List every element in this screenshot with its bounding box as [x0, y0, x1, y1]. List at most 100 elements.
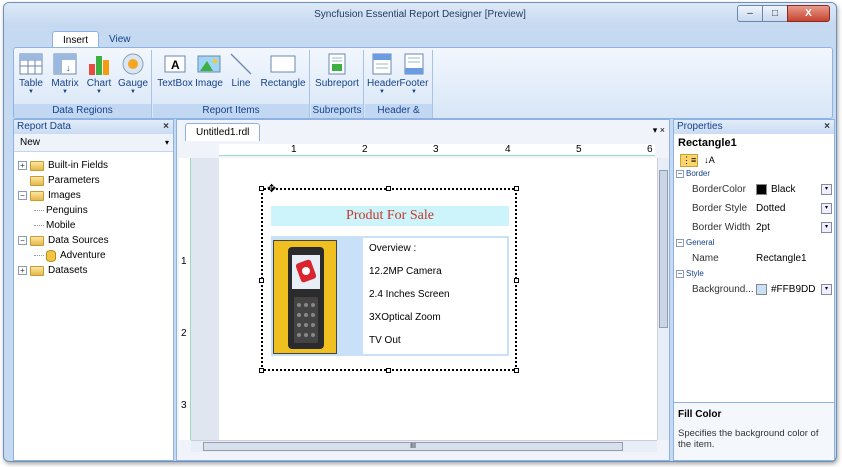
phone-image[interactable]	[273, 240, 337, 354]
categorized-icon[interactable]: ⋮≡	[680, 153, 699, 167]
expander-icon[interactable]: +	[18, 161, 27, 170]
footer-label: Footer	[399, 78, 429, 89]
horizontal-scrollbar[interactable]: III	[191, 440, 657, 452]
chevron-down-icon: ▼	[130, 89, 136, 95]
collapse-icon[interactable]: −	[676, 170, 684, 178]
tab-insert[interactable]: Insert	[52, 31, 100, 48]
rectangle-button[interactable]: Rectangle	[259, 52, 307, 89]
resize-handle[interactable]	[259, 186, 264, 191]
tree-item[interactable]: + Datasets	[18, 263, 109, 278]
move-icon[interactable]: ✥	[267, 182, 276, 195]
resize-handle[interactable]	[386, 368, 391, 373]
property-row[interactable]: BorderColor Black ▾	[674, 180, 834, 199]
collapse-icon[interactable]: −	[676, 270, 684, 278]
gauge-button[interactable]: Gauge ▼	[117, 52, 149, 95]
tree-item[interactable]: Parameters	[18, 173, 109, 188]
expander-icon[interactable]: −	[18, 191, 27, 200]
dropdown-button[interactable]: ▾	[821, 222, 832, 233]
property-section-label: Border	[686, 169, 711, 178]
close-icon[interactable]: ×	[163, 120, 169, 134]
rectangle1[interactable]: ✥ Produt For Sale Overview: 12.2MP Came…	[259, 183, 519, 373]
color-swatch	[756, 183, 767, 195]
subreport-button[interactable]: Subreport	[314, 52, 360, 89]
doc-tab-controls[interactable]: ▾ ×	[653, 125, 665, 136]
resize-handle[interactable]	[514, 368, 519, 373]
dropdown-button[interactable]: ▾	[821, 203, 832, 214]
resize-handle[interactable]	[259, 368, 264, 373]
resize-handle[interactable]	[259, 278, 264, 283]
database-icon	[46, 249, 56, 262]
property-row[interactable]: Border Width 2pt ▾	[674, 218, 834, 237]
close-icon[interactable]: ×	[824, 120, 830, 134]
maximize-button[interactable]: □	[762, 5, 788, 22]
property-value[interactable]: Black ▾	[752, 180, 834, 199]
inner-rectangle[interactable]: Overview : 12.2MP Camera 2.4 Inches Scre…	[271, 236, 509, 356]
new-button[interactable]: New	[20, 137, 40, 148]
property-row[interactable]: Border Style Dotted ▾	[674, 199, 834, 218]
resize-handle[interactable]	[514, 186, 519, 191]
image-label: Image	[195, 78, 223, 89]
table-icon	[17, 52, 45, 76]
tree-item[interactable]: Adventure	[18, 248, 109, 263]
image-button[interactable]: Image	[195, 52, 223, 89]
group-label: Header & Footer	[365, 104, 432, 130]
property-row[interactable]: Name Rectangle1	[674, 249, 834, 268]
chevron-down-icon: ▼	[96, 89, 102, 95]
property-value[interactable]: 2pt ▾	[752, 218, 834, 237]
subreport-icon	[323, 52, 351, 76]
tree-item[interactable]: Penguins	[18, 203, 109, 218]
property-value[interactable]: Rectangle1	[752, 249, 834, 268]
table-button[interactable]: Table ▼	[17, 52, 45, 95]
vertical-scrollbar[interactable]	[657, 158, 669, 440]
tree-item-label: Built-in Fields	[48, 160, 109, 171]
tree-item[interactable]: Mobile	[18, 218, 109, 233]
properties-header: Properties ×	[674, 120, 834, 134]
feature-item: TV Out	[369, 335, 401, 346]
tree-item[interactable]: − Data Sources	[18, 233, 109, 248]
line-button[interactable]: Line	[227, 52, 255, 89]
resize-handle[interactable]	[386, 186, 391, 191]
horizontal-ruler: 1 2 3 4 5 6	[219, 144, 655, 156]
report-heading[interactable]: Produt For Sale	[271, 206, 509, 226]
design-canvas[interactable]: ✥ Produt For Sale Overview: 12.2MP Came…	[191, 158, 657, 440]
property-value[interactable]: Dotted ▾	[752, 199, 834, 218]
title-bar: Syncfusion Essential Report Designer [Pr…	[4, 3, 836, 27]
resize-handle[interactable]	[514, 278, 519, 283]
matrix-label: Matrix	[51, 78, 79, 89]
close-button[interactable]: X	[787, 5, 830, 22]
chart-button[interactable]: Chart ▼	[85, 52, 113, 95]
folder-icon	[30, 265, 44, 276]
group-label: Subreports	[311, 104, 363, 118]
tree-item[interactable]: − Images	[18, 188, 109, 203]
header-button[interactable]: Header ▼	[367, 52, 400, 95]
tab-view[interactable]: View	[99, 31, 141, 48]
expander-icon[interactable]: +	[18, 266, 27, 275]
property-value-text: Black	[771, 184, 796, 195]
collapse-icon[interactable]: −	[676, 239, 684, 247]
dropdown-button[interactable]: ▾	[821, 184, 832, 195]
chevron-down-icon: ▼	[411, 89, 417, 95]
tree-item-label: Images	[48, 190, 81, 201]
footer-button[interactable]: Footer ▼	[399, 52, 429, 95]
property-section[interactable]: − Border	[674, 168, 834, 180]
expander-icon[interactable]: −	[18, 236, 27, 245]
overflow-icon[interactable]: ▾	[165, 134, 169, 152]
minimize-button[interactable]: –	[737, 5, 763, 22]
scroll-thumb[interactable]	[659, 170, 668, 328]
features-list[interactable]: Overview : 12.2MP Camera 2.4 Inches Scre…	[363, 238, 507, 354]
property-value[interactable]: #FFB9DD ▾	[752, 280, 834, 299]
property-section[interactable]: − General	[674, 237, 834, 249]
sort-az-icon[interactable]: ↓A	[704, 155, 715, 165]
property-row[interactable]: Background... #FFB9DD ▾	[674, 280, 834, 299]
dropdown-button[interactable]: ▾	[821, 284, 832, 295]
matrix-button[interactable]: ↓ Matrix ▼	[51, 52, 79, 95]
property-section[interactable]: − Style	[674, 268, 834, 280]
ruler-tick: 3	[433, 144, 439, 155]
tree-item[interactable]: + Built-in Fields	[18, 158, 109, 173]
textbox-button[interactable]: A TextBox	[157, 52, 193, 89]
group-subreports: Subreport Subreports	[311, 50, 364, 118]
doc-tab[interactable]: Untitled1.rdl	[185, 123, 261, 141]
folder-icon	[30, 190, 44, 201]
color-swatch	[756, 283, 767, 295]
scroll-thumb[interactable]: III	[203, 442, 623, 451]
